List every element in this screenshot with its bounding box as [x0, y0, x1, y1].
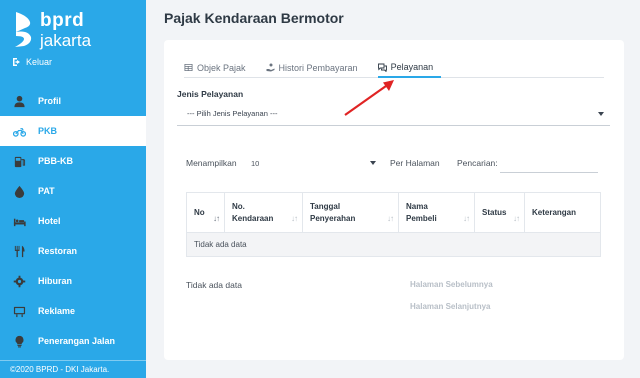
logout-label: Keluar	[26, 57, 53, 67]
logout-link[interactable]: Keluar	[12, 57, 52, 67]
tab-label: Pelayanan	[390, 62, 434, 72]
pagination: Halaman Sebelumnya Halaman Selanjutnya	[410, 280, 493, 324]
sidebar-item-label: Hotel	[38, 216, 61, 226]
sidebar-item-pat[interactable]: PAT	[0, 176, 146, 206]
tab-label: Objek Pajak	[197, 62, 246, 73]
sidebar-menu: Profil PKB PBB-KB PAT Hotel Restoran Hib…	[0, 86, 146, 356]
tab-bar: Objek Pajak Histori Pembayaran Pelayanan	[184, 58, 604, 78]
chat-icon	[377, 63, 387, 72]
sidebar-item-hotel[interactable]: Hotel	[0, 206, 146, 236]
table-header-row: No ↓↑ No. Kendaraan ↓↑ Tanggal Penyeraha…	[186, 192, 601, 233]
gear-icon	[12, 274, 26, 288]
sort-icon: ↓↑	[387, 214, 394, 223]
per-page-label: Per Halaman	[390, 158, 440, 168]
sidebar-item-hiburan[interactable]: Hiburan	[0, 266, 146, 296]
jenis-pelayanan-label: Jenis Pelayanan	[177, 89, 244, 99]
user-icon	[12, 94, 26, 108]
table-row: Tidak ada data	[186, 232, 601, 257]
logo-mark-icon	[15, 12, 32, 47]
sidebar-item-label: Penerangan Jalan	[38, 336, 116, 346]
sidebar-item-profil[interactable]: Profil	[0, 86, 146, 116]
sidebar-item-label: PAT	[38, 186, 55, 196]
lightbulb-icon	[12, 334, 26, 348]
column-header-tanggal-penyerahan[interactable]: Tanggal Penyerahan ↓↑	[302, 192, 399, 233]
gas-pump-icon	[12, 154, 26, 168]
search-input[interactable]	[500, 153, 598, 173]
billboard-icon	[12, 304, 26, 318]
column-header-keterangan[interactable]: Keterangan	[524, 192, 601, 233]
sort-icon: ↓↑	[513, 214, 520, 223]
column-header-no[interactable]: No ↓↑	[186, 192, 225, 233]
prev-page-button[interactable]: Halaman Sebelumnya	[410, 280, 493, 302]
page-size-select[interactable]: 10	[248, 154, 376, 172]
column-header-nama-pembeli[interactable]: Nama Pembeli ↓↑	[398, 192, 475, 233]
column-label: Keterangan	[532, 207, 577, 217]
sidebar-item-label: Reklame	[38, 306, 76, 316]
data-table: No ↓↑ No. Kendaraan ↓↑ Tanggal Penyeraha…	[186, 192, 601, 257]
page-title: Pajak Kendaraan Bermotor	[164, 10, 344, 26]
brand-line1: bprd	[40, 10, 85, 31]
jenis-pelayanan-select[interactable]: --- Pilih Jenis Pelayanan ---	[177, 102, 610, 126]
sidebar-item-penerangan-jalan[interactable]: Penerangan Jalan	[0, 326, 146, 356]
sidebar-item-label: PKB	[38, 126, 58, 136]
bed-icon	[12, 214, 26, 228]
sidebar-item-pbb-kb[interactable]: PBB-KB	[0, 146, 146, 176]
table-controls: Menampilkan 10 Per Halaman Pencarian:	[186, 152, 606, 174]
next-page-button[interactable]: Halaman Selanjutnya	[410, 302, 493, 324]
column-label: Tanggal Penyerahan	[310, 201, 356, 223]
column-label: No. Kendaraan	[232, 201, 274, 223]
column-header-no-kendaraan[interactable]: No. Kendaraan ↓↑	[224, 192, 303, 233]
jenis-pelayanan-value: --- Pilih Jenis Pelayanan ---	[187, 109, 278, 118]
column-label: No	[194, 207, 205, 217]
column-label: Nama Pembeli	[406, 201, 437, 223]
brand-line2: jakarta	[40, 31, 92, 50]
sidebar-item-label: Profil	[38, 96, 62, 106]
column-header-status[interactable]: Status ↓↑	[474, 192, 525, 233]
logout-icon	[13, 58, 20, 66]
search-label: Pencarian:	[457, 158, 498, 168]
sidebar-item-label: Restoran	[38, 246, 78, 256]
column-label: Status	[482, 207, 507, 217]
show-entries-label: Menampilkan	[186, 158, 237, 168]
table-icon	[184, 64, 193, 71]
tab-histori-pembayaran[interactable]: Histori Pembayaran	[266, 58, 368, 77]
chevron-down-icon	[370, 161, 376, 165]
sidebar-footer: ©2020 BPRD - DKI Jakarta.	[0, 360, 146, 378]
brand-logo[interactable]: bprd jakarta	[12, 10, 132, 50]
table-info: Tidak ada data	[186, 280, 242, 290]
tab-label: Histori Pembayaran	[278, 62, 358, 73]
sidebar-item-pkb[interactable]: PKB	[0, 116, 146, 146]
sidebar-item-restoran[interactable]: Restoran	[0, 236, 146, 266]
utensils-icon	[12, 244, 26, 258]
sort-ascending-icon: ↓↑	[213, 214, 220, 223]
sort-icon: ↓↑	[463, 214, 470, 223]
chevron-down-icon	[598, 111, 604, 116]
sidebar-item-reklame[interactable]: Reklame	[0, 296, 146, 326]
tab-objek-pajak[interactable]: Objek Pajak	[184, 58, 256, 77]
sort-icon: ↓↑	[291, 214, 298, 223]
sidebar: bprd jakarta Keluar Profil PKB PBB-KB PA…	[0, 0, 146, 378]
sidebar-item-label: PBB-KB	[38, 156, 73, 166]
water-drop-icon	[12, 184, 26, 198]
motorcycle-icon	[12, 124, 26, 138]
content-card: Objek Pajak Histori Pembayaran Pelayanan…	[164, 40, 624, 360]
sidebar-item-label: Hiburan	[38, 276, 73, 286]
table-empty-message: Tidak ada data	[186, 232, 601, 257]
page-size-value: 10	[251, 158, 260, 168]
hand-coin-icon	[266, 63, 275, 72]
tab-pelayanan[interactable]: Pelayanan	[377, 58, 442, 78]
